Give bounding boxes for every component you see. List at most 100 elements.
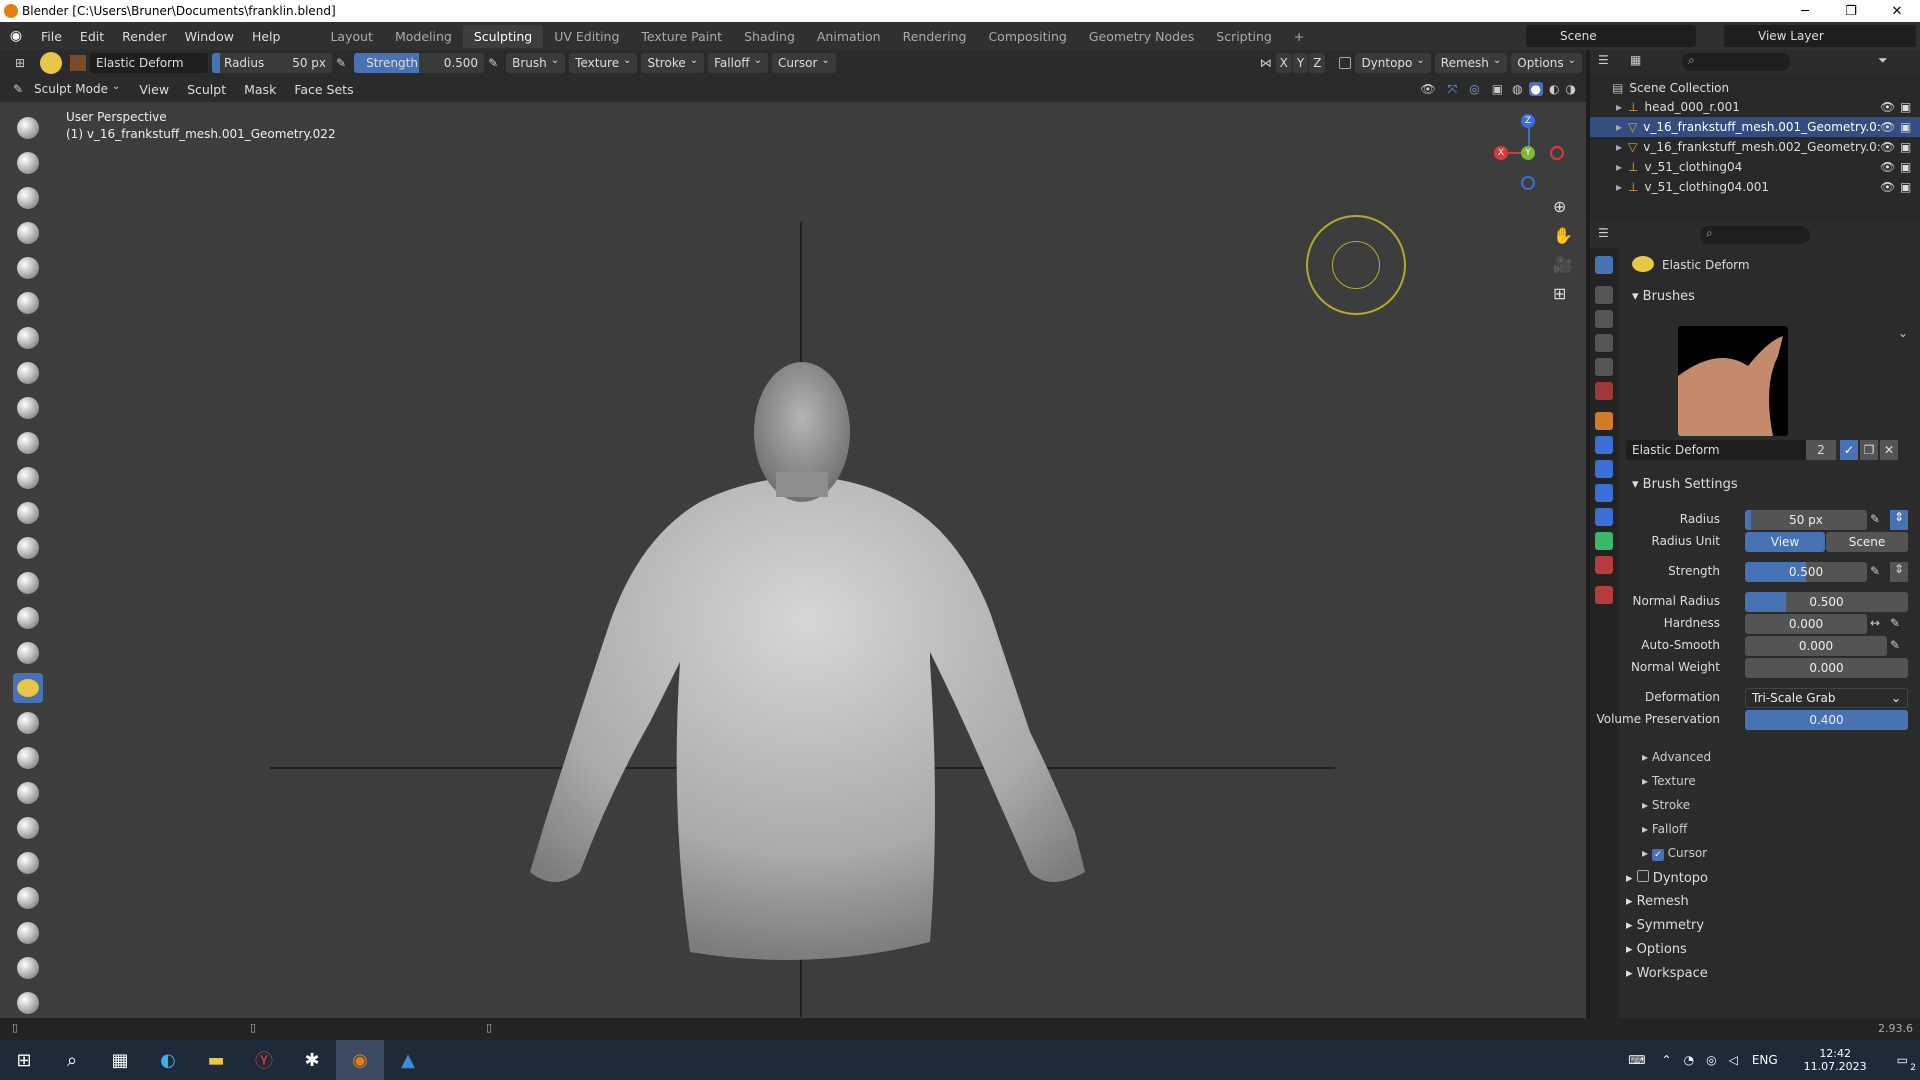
- tool-fill[interactable]: [13, 498, 43, 528]
- subsection-stroke[interactable]: ▸ Stroke: [1642, 798, 1690, 812]
- tab-scripting[interactable]: Scripting: [1205, 25, 1283, 48]
- section-workspace[interactable]: ▸ Workspace: [1626, 966, 1708, 981]
- search-icon[interactable]: ⌕: [48, 1040, 96, 1080]
- rendered-shading-icon[interactable]: ◑: [1566, 82, 1576, 96]
- tool-pose[interactable]: [13, 778, 43, 808]
- overlay-toggle-icon[interactable]: ◎: [1469, 82, 1479, 96]
- keyboard-icon[interactable]: ⌨: [1628, 1053, 1645, 1067]
- tab-sculpting[interactable]: Sculpting: [462, 24, 544, 48]
- clock[interactable]: 12:42 11.07.2023: [1804, 1047, 1867, 1073]
- world-tab-icon[interactable]: [1595, 382, 1613, 400]
- tab-uv-editing[interactable]: UV Editing: [543, 25, 630, 48]
- section-dyntopo[interactable]: ▸ Dyntopo: [1626, 870, 1708, 886]
- menu-face-sets[interactable]: Face Sets: [285, 82, 362, 97]
- tool-cloth[interactable]: [13, 953, 43, 983]
- gizmo-z-axis[interactable]: Z: [1521, 114, 1535, 128]
- brush-users-count[interactable]: 2: [1806, 440, 1836, 460]
- sculpt-mesh[interactable]: [490, 312, 1110, 1012]
- game-app-icon[interactable]: ✱: [288, 1040, 336, 1080]
- hardness-invert-icon[interactable]: ↔: [1870, 616, 1880, 630]
- minimize-button[interactable]: ─: [1782, 0, 1828, 22]
- scene-selector[interactable]: Scene: [1526, 25, 1696, 47]
- pan-hand-icon[interactable]: ✋: [1553, 226, 1573, 245]
- normal-weight-slider[interactable]: 0.000: [1745, 658, 1908, 678]
- xray-icon[interactable]: ▣: [1492, 82, 1503, 96]
- tool-flatten[interactable]: [13, 463, 43, 493]
- globe-icon[interactable]: ◎: [1706, 1053, 1716, 1067]
- render-camera-icon[interactable]: ▣: [1900, 120, 1911, 134]
- hardness-pressure-icon[interactable]: ✎: [1890, 616, 1900, 630]
- stroke-menu[interactable]: Stroke: [641, 53, 705, 73]
- tool-crease[interactable]: [13, 393, 43, 423]
- view-layer-tab-icon[interactable]: [1595, 334, 1613, 352]
- tool-slide-relax[interactable]: [13, 883, 43, 913]
- tool-grab[interactable]: [13, 638, 43, 668]
- photos-app-icon[interactable]: ▲: [384, 1040, 432, 1080]
- editor-type-icon[interactable]: ⊞: [0, 56, 40, 70]
- brush-preview-thumbnail[interactable]: [1678, 326, 1788, 436]
- tool-blob[interactable]: [13, 358, 43, 388]
- outliner-row-item[interactable]: ▸ ⊥ v_51_clothing04 👁 ▣: [1590, 157, 1920, 177]
- tool-clay-strips[interactable]: [13, 218, 43, 248]
- cursor-menu[interactable]: Cursor: [771, 53, 836, 73]
- properties-editor-icon[interactable]: ☰: [1598, 226, 1609, 240]
- volume-icon[interactable]: ◁: [1729, 1053, 1738, 1067]
- menu-render[interactable]: Render: [113, 29, 176, 44]
- tool-thumb[interactable]: [13, 743, 43, 773]
- tray-chevron-icon[interactable]: ⌃: [1662, 1053, 1672, 1067]
- radius-pressure-icon[interactable]: ✎: [1870, 512, 1880, 526]
- radius-unit-toggle-icon[interactable]: ⇕: [1890, 510, 1908, 530]
- tab-animation[interactable]: Animation: [806, 25, 892, 48]
- unlink-brush-icon[interactable]: ✕: [1880, 440, 1898, 460]
- view-layer-selector[interactable]: View Layer: [1724, 25, 1916, 47]
- visibility-eye-icon[interactable]: 👁: [1880, 140, 1895, 154]
- tool-layer[interactable]: [13, 288, 43, 318]
- dyntopo-menu[interactable]: Dyntopo: [1355, 53, 1431, 73]
- blender-taskbar-icon[interactable]: ◉: [336, 1040, 384, 1080]
- object-tab-icon[interactable]: [1595, 412, 1613, 430]
- gizmo-neg-z[interactable]: [1521, 176, 1535, 190]
- outliner-row-item[interactable]: ▸ ▽ v_16_frankstuff_mesh.002_Geometry.0:…: [1590, 137, 1920, 157]
- strength-pressure-icon[interactable]: ✎: [488, 56, 498, 70]
- menu-help[interactable]: Help: [243, 29, 290, 44]
- volume-preservation-slider[interactable]: 0.400: [1745, 710, 1908, 730]
- mirror-x-toggle[interactable]: X: [1275, 53, 1292, 73]
- radius-field[interactable]: Radius 50 px: [212, 53, 332, 73]
- outliner-row-item[interactable]: ▸ ▽ v_16_frankstuff_mesh.001_Geometry.0:…: [1590, 117, 1920, 137]
- notifications-icon[interactable]: ▭ 2: [1897, 1053, 1916, 1073]
- strength-field[interactable]: Strength 0.500: [354, 53, 485, 73]
- brush-icon[interactable]: [40, 52, 62, 74]
- render-camera-icon[interactable]: ▣: [1900, 180, 1911, 194]
- mode-selector[interactable]: Sculpt Mode: [28, 79, 126, 99]
- tool-simplify[interactable]: [13, 988, 43, 1018]
- outliner-row-scene-collection[interactable]: ▤ Scene Collection: [1590, 78, 1920, 98]
- mirror-y-toggle[interactable]: Y: [1292, 53, 1309, 73]
- tool-clay[interactable]: [13, 183, 43, 213]
- render-camera-icon[interactable]: ▣: [1900, 160, 1911, 174]
- tab-layout[interactable]: Layout: [319, 25, 384, 48]
- outliner-search-input[interactable]: ⌕: [1682, 53, 1790, 71]
- radius-pressure-icon[interactable]: ✎: [336, 56, 346, 70]
- fake-user-shield-icon[interactable]: ✓: [1840, 440, 1858, 460]
- normal-radius-slider[interactable]: 0.500: [1745, 592, 1908, 612]
- subsection-cursor[interactable]: ▸ ✓ Cursor: [1642, 846, 1707, 861]
- outliner-row-item[interactable]: ▸ ⊥ v_51_clothing04.001 👁 ▣: [1590, 177, 1920, 197]
- section-options[interactable]: ▸ Options: [1626, 942, 1687, 957]
- menu-mask[interactable]: Mask: [235, 82, 285, 97]
- tab-modeling[interactable]: Modeling: [384, 25, 463, 48]
- subsection-falloff[interactable]: ▸ Falloff: [1642, 822, 1687, 836]
- tab-texture-paint[interactable]: Texture Paint: [630, 25, 733, 48]
- strength-pressure-icon[interactable]: ✎: [1870, 564, 1880, 578]
- tool-pinch[interactable]: [13, 603, 43, 633]
- close-button[interactable]: ✕: [1874, 0, 1920, 22]
- gizmo-y-axis[interactable]: Y: [1521, 146, 1535, 160]
- tool-tab-icon[interactable]: [1595, 256, 1613, 274]
- options-menu[interactable]: Options: [1511, 53, 1582, 73]
- outliner-editor-icon[interactable]: ☰: [1598, 53, 1609, 67]
- brush-menu[interactable]: Brush: [506, 53, 566, 73]
- dyntopo-checkbox[interactable]: [1339, 57, 1352, 69]
- duplicate-brush-icon[interactable]: ❐: [1860, 440, 1878, 460]
- edge-browser-icon[interactable]: ◐: [144, 1040, 192, 1080]
- 3d-viewport[interactable]: User Perspective (1) v_16_frankstuff_mes…: [0, 102, 1586, 1018]
- section-brush-settings[interactable]: ▾ Brush Settings: [1632, 477, 1738, 492]
